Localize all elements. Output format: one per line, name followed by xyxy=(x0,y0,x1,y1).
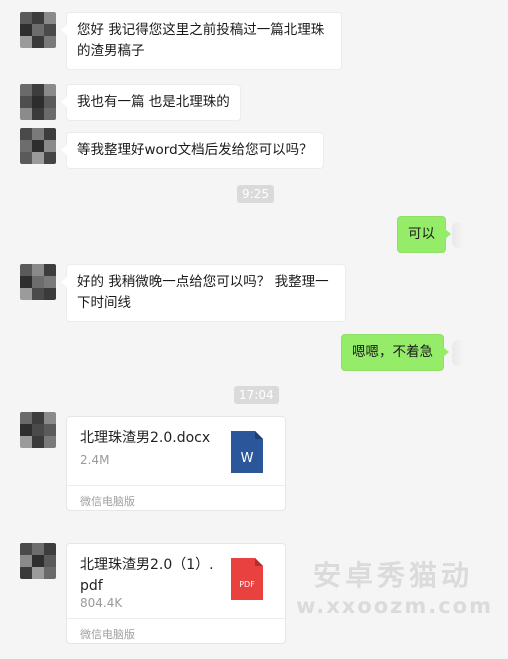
incoming-message[interactable]: 好的 我稍微晚一点给您可以吗？ 我整理一 下时间线 xyxy=(61,264,346,322)
avatar[interactable] xyxy=(20,543,56,579)
avatar[interactable] xyxy=(20,412,56,448)
watermark: 安卓秀猫动 w.xxoozm.com xyxy=(288,548,503,624)
file-name: 北理珠渣男2.0（1）. pdf xyxy=(80,557,214,594)
avatar-self[interactable] xyxy=(452,222,464,248)
file-name: 北理珠渣男2.0.docx xyxy=(80,430,211,446)
word-icon: W xyxy=(231,431,263,473)
incoming-message[interactable]: 您好 我记得您这里之前投稿过一篇北理珠 的渣男稿子 xyxy=(61,12,342,70)
outgoing-message[interactable]: 可以 xyxy=(397,216,451,253)
card-source: 微信电脑版 xyxy=(80,495,135,508)
file-message[interactable]: 北理珠渣男2.0.docx 2.4M W 微信电脑版 xyxy=(66,416,286,511)
incoming-message[interactable]: 我也有一篇 也是北理珠的 xyxy=(61,84,241,121)
timestamp: 17:04 xyxy=(234,386,279,404)
card-source: 微信电脑版 xyxy=(80,628,135,641)
file-message[interactable]: 北理珠渣男2.0（1）. pdf 804.4K PDF 微信电脑版 xyxy=(66,543,286,644)
timestamp: 9:25 xyxy=(237,185,274,203)
avatar[interactable] xyxy=(20,128,56,164)
pdf-icon: PDF xyxy=(231,558,263,600)
svg-text:PDF: PDF xyxy=(239,580,255,589)
avatar-self[interactable] xyxy=(452,340,464,366)
incoming-message[interactable]: 等我整理好word文档后发给您可以吗？ xyxy=(61,132,324,169)
avatar[interactable] xyxy=(20,264,56,300)
file-size: 804.4K xyxy=(80,596,123,610)
watermark-url: w.xxoozm.com xyxy=(296,594,493,618)
card-divider xyxy=(67,485,285,486)
card-divider xyxy=(67,618,285,619)
outgoing-message[interactable]: 嗯嗯，不着急 xyxy=(341,334,449,371)
file-size: 2.4M xyxy=(80,453,110,467)
avatar[interactable] xyxy=(20,12,56,48)
watermark-cn: 安卓秀猫动 xyxy=(312,559,473,592)
svg-text:W: W xyxy=(241,451,254,466)
avatar[interactable] xyxy=(20,84,56,120)
